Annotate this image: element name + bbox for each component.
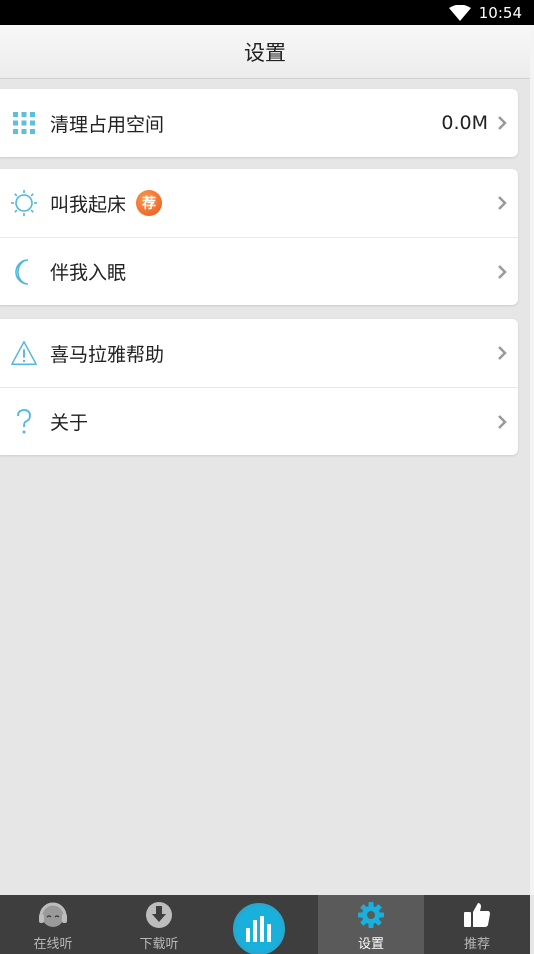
tab-online-listen[interactable]: 在线听 [0,895,106,954]
chevron-right-icon [498,414,507,429]
about-row[interactable]: 关于 [0,387,518,455]
help-row[interactable]: 喜马拉雅帮助 [0,319,518,387]
moon-icon [10,258,38,286]
clear-cache-label: 清理占用空间 [50,113,165,136]
cache-size-value: 0.0M [441,112,488,134]
chevron-right-icon [498,346,507,360]
equalizer-icon [246,916,271,942]
download-icon [143,899,175,931]
tab-settings[interactable]: 设置 [318,895,424,954]
wifi-icon [448,4,471,21]
tab-recommend[interactable]: 推荐 [424,895,530,954]
status-time: 10:54 [478,3,522,22]
warning-icon [10,339,38,367]
sleep-with-me-label: 伴我入眠 [50,262,127,284]
about-label: 关于 [50,412,89,434]
settings-group-help: 喜马拉雅帮助 关于 [0,319,518,455]
settings-group-storage: 清理占用空间 0.0M [0,89,518,157]
chevron-right-icon [498,196,507,210]
wake-me-label: 叫我起床 [50,193,127,216]
tab-download-listen[interactable]: 下载听 [106,895,212,954]
tab-label: 推荐 [463,937,490,952]
tab-label: 在线听 [33,937,73,952]
page-title: 设置 [244,40,286,65]
status-bar: 10:54 [0,0,534,25]
sun-icon [10,189,38,217]
headphones-face-icon [37,899,69,931]
chevron-right-icon [498,264,507,279]
chevron-right-icon [498,116,507,130]
wake-me-row[interactable]: 叫我起床 荐 [0,169,518,237]
recommend-badge: 荐 [136,190,163,216]
clear-cache-row[interactable]: 清理占用空间 0.0M [0,89,518,157]
title-bar: 设置 [0,25,530,79]
grid-icon [10,109,38,137]
question-icon [10,408,38,436]
help-label: 喜马拉雅帮助 [50,343,165,366]
tab-label: 设置 [357,937,384,952]
sleep-with-me-row[interactable]: 伴我入眠 [0,237,518,305]
gear-icon [355,899,387,931]
right-edge-strip [530,25,534,895]
now-playing-button[interactable] [233,903,285,954]
settings-group-alarm: 叫我起床 荐 伴我入眠 [0,169,518,305]
tab-label: 下载听 [139,937,179,952]
thumbs-up-icon [461,899,493,931]
